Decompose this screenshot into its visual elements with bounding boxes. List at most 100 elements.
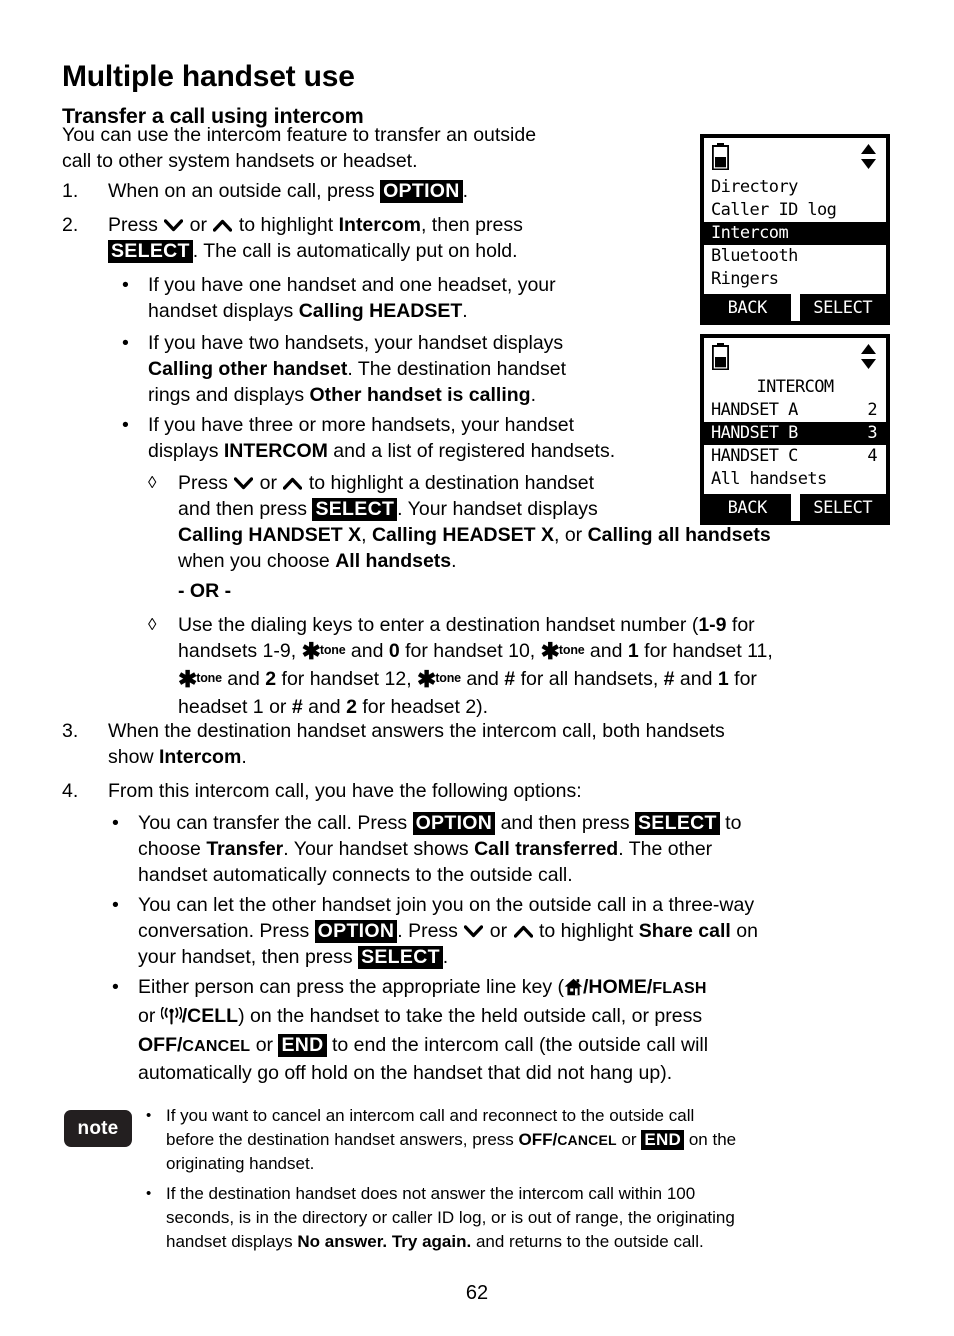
sub-1-line-2b: . Your handset displays [397, 498, 598, 520]
step-2-intercom-label: Intercom [338, 214, 421, 236]
softkey-divider [790, 494, 800, 521]
s4b3-or: or [250, 1034, 279, 1056]
no-answer-try-again-label: No answer. Try again. [297, 1232, 472, 1251]
lcd-row-label: HANDSET A [711, 400, 798, 420]
calling-headset-label: Calling HEADSET [298, 300, 463, 322]
s4b1-line-2c: . The other [618, 838, 713, 860]
lcd-row[interactable]: All handsets [704, 468, 886, 491]
step-2-bullet-2: If you have two handsets, your handset d… [148, 330, 658, 408]
note-item-1: If you want to cancel an intercom call a… [166, 1104, 954, 1176]
note-1-line-3: originating handset. [166, 1154, 315, 1173]
s4b1-line-1c: to [719, 812, 742, 834]
step-2-hold-text: . The call is automatically put on hold. [192, 240, 518, 262]
step-4-bullet-3: Either person can press the appropriate … [138, 974, 948, 1086]
lcd-row[interactable]: Ringers [704, 268, 886, 291]
step-1-text-after: . [462, 180, 469, 202]
sub-2-line-1a: Use the dialing keys to enter a destinat… [178, 614, 699, 636]
lcd-screen-title: INTERCOM [704, 376, 886, 399]
select-key-badge[interactable]: SELECT [358, 946, 443, 969]
s4b2-press: . Press [397, 920, 464, 942]
pound-key-label: # [504, 668, 516, 690]
select-key-badge[interactable]: SELECT [108, 240, 193, 263]
star-tone-key-icon: ✱tone [178, 666, 222, 692]
lcd-row-label: HANDSET B [711, 423, 798, 443]
lcd-row[interactable]: Directory [704, 176, 886, 199]
select-key-badge[interactable]: SELECT [635, 812, 720, 835]
s4b2-line-2e: on [730, 920, 758, 942]
bullet-2-line-3b: . [530, 384, 536, 406]
s4b3-line-4: automatically go off hold on the handset… [138, 1062, 673, 1084]
bullet-2-line-1: If you have two handsets, your handset d… [148, 332, 564, 354]
s4b1-line-2b: . Your handset shows [283, 838, 475, 860]
option-key-badge[interactable]: OPTION [380, 180, 463, 203]
s4b2-line-3a: your handset, then press [138, 946, 359, 968]
page-number: 62 [465, 1282, 489, 1304]
lcd-row[interactable]: HANDSET A 2 [704, 399, 886, 422]
step-3-line-2b: . [241, 746, 247, 768]
bullet-3-line-1: If you have three or more handsets, your… [148, 414, 575, 436]
star-tone-key-icon: ✱tone [417, 666, 461, 692]
step-2-bullet-3: If you have three or more handsets, your… [148, 412, 678, 464]
step-2-or: or [184, 214, 213, 236]
step-2-sub-2: Use the dialing keys to enter a destinat… [178, 612, 948, 720]
sub-1-press: Press [178, 472, 234, 494]
chevron-down-icon [164, 219, 184, 232]
softkey-select[interactable]: SELECT [800, 498, 887, 518]
cancel-key-label: CANCEL [182, 1038, 251, 1055]
lcd-row-label: Caller ID log [711, 200, 837, 220]
chevron-up-icon [213, 219, 233, 232]
step-2-text: Press or to highlight Intercom, then pre… [108, 212, 688, 264]
step-3-line-1: When the destination handset answers the… [108, 720, 725, 742]
option-key-badge[interactable]: OPTION [314, 920, 398, 943]
step-1-text-before: When on an outside call, press [108, 180, 381, 202]
s4b2-line-3b: . [442, 946, 449, 968]
select-key-badge[interactable]: SELECT [312, 498, 398, 521]
home-key-label: /HOME/ [582, 976, 653, 998]
lcd-row-selected[interactable]: HANDSET B 3 [704, 422, 886, 445]
lcd-menu-list: Directory Caller ID log Intercom Bluetoo… [704, 176, 886, 294]
bullet-marker: • [112, 976, 119, 998]
calling-all-handsets-label: Calling all handsets [587, 524, 771, 546]
off-key-label: OFF/ [138, 1034, 183, 1056]
lcd-row[interactable]: HANDSET C 4 [704, 445, 886, 468]
note-2-line-1: If the destination handset does not answ… [166, 1184, 696, 1203]
sub-1-line-4a: when you choose [178, 550, 336, 572]
note-bullet-marker: • [146, 1107, 152, 1124]
step-4-marker: 4. [62, 780, 79, 802]
s4b1-line-2a: choose [138, 838, 207, 860]
lcd-softkey-bar: BACK SELECT [704, 494, 886, 521]
softkey-back[interactable]: BACK [704, 498, 791, 518]
end-key-badge[interactable]: END [641, 1130, 685, 1150]
digit-1-label: 1 [627, 640, 639, 662]
page-title: Multiple handset use [62, 60, 355, 94]
chevron-down-icon [234, 477, 254, 490]
note-1-or: or [616, 1130, 642, 1149]
step-2-then-press: , then press [420, 214, 523, 236]
sub-2-and-2: and [584, 640, 628, 662]
softkey-back[interactable]: BACK [704, 298, 791, 318]
lcd-row[interactable]: Caller ID log [704, 199, 886, 222]
lcd-row[interactable]: Bluetooth [704, 245, 886, 268]
bullet-marker: • [112, 812, 119, 834]
s4b3-line-3b: to end the intercom call (the outside ca… [326, 1034, 709, 1056]
diamond-marker: ◊ [148, 473, 157, 492]
sub-2-line-3f: for [728, 668, 757, 690]
lcd-row-selected[interactable]: Intercom [704, 222, 886, 245]
manual-page: Multiple handset use Transfer a call usi… [0, 0, 954, 1336]
step-3-text: When the destination handset answers the… [108, 718, 948, 770]
end-key-badge[interactable]: END [278, 1034, 327, 1057]
s4b2-or: or [484, 920, 513, 942]
scroll-arrows-icon[interactable] [860, 143, 877, 170]
sub-1-sep-1: , [361, 524, 372, 546]
scroll-arrows-icon[interactable] [860, 343, 877, 370]
sub-2-line-4a: headset 1 or [178, 696, 292, 718]
lcd-row-label: Bluetooth [711, 246, 798, 266]
other-handset-is-calling-label: Other handset is calling [309, 384, 531, 406]
bullet-1-line-1: If you have one handset and one headset,… [148, 274, 556, 296]
option-key-badge[interactable]: OPTION [412, 812, 496, 835]
sub-2-line-1c: for [726, 614, 755, 636]
s4b1-line-3: handset automatically connects to the ou… [138, 864, 573, 886]
softkey-select[interactable]: SELECT [800, 298, 887, 318]
s4b2-line-1: You can let the other handset join you o… [138, 894, 755, 916]
intro-paragraph: You can use the intercom feature to tran… [62, 122, 662, 174]
